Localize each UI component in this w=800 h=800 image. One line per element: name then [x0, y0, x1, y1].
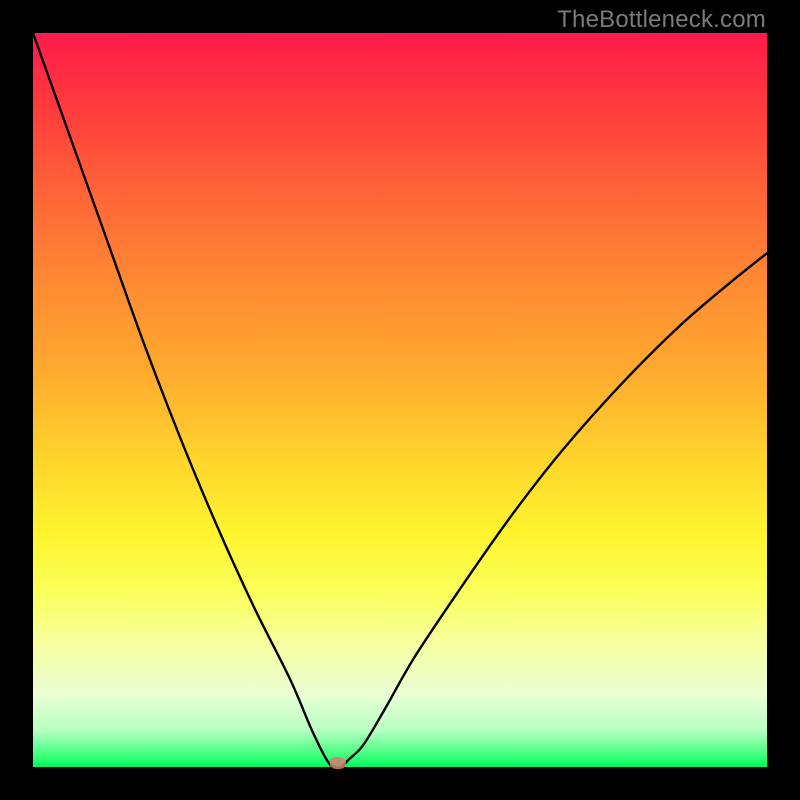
- minimum-marker: [330, 757, 346, 769]
- plot-area: [33, 33, 767, 767]
- bottleneck-curve: [33, 33, 767, 767]
- chart-frame: TheBottleneck.com: [0, 0, 800, 800]
- watermark-text: TheBottleneck.com: [557, 6, 766, 34]
